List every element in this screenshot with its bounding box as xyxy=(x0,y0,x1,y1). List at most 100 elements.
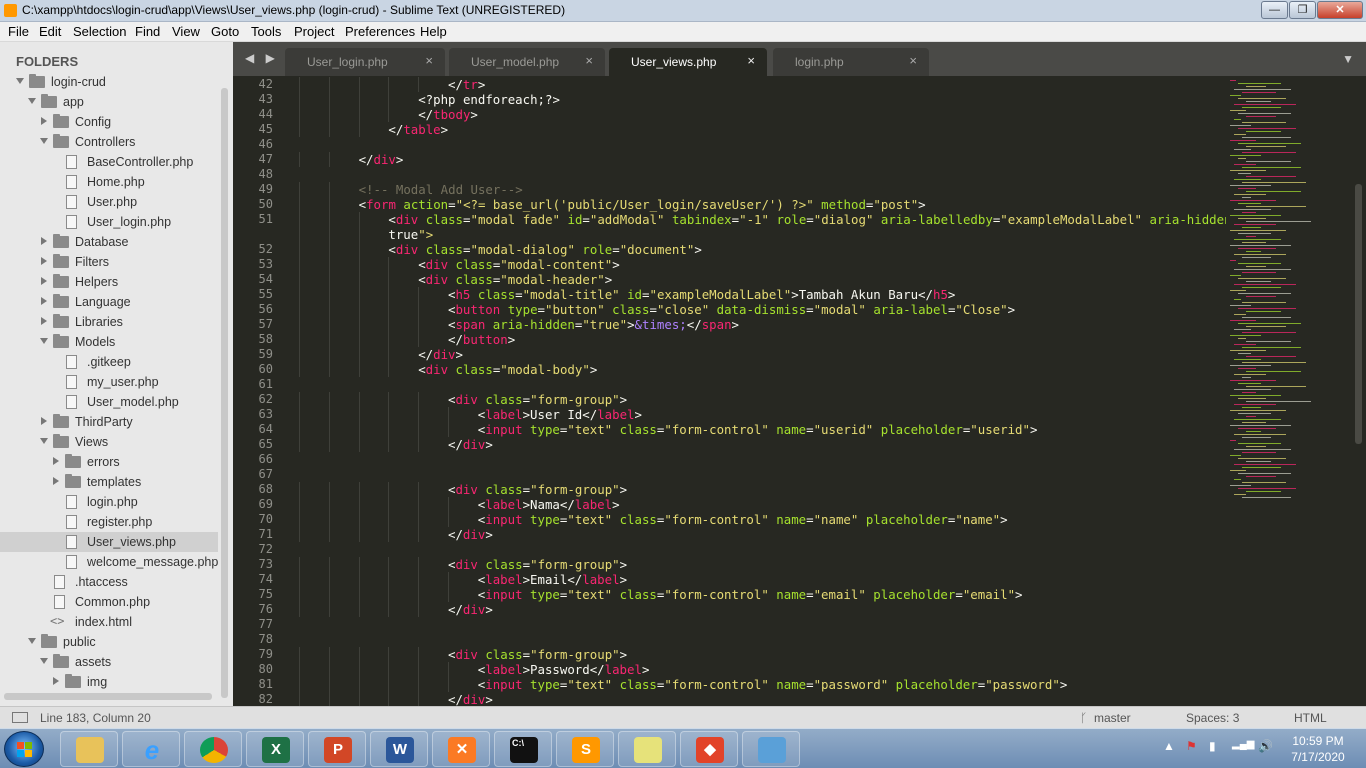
git-branch[interactable]: master xyxy=(1094,711,1131,725)
close-button[interactable]: ✕ xyxy=(1317,1,1363,19)
code-line[interactable]: <div class="modal-header"> xyxy=(299,272,612,287)
code-line[interactable]: <button type="button" class="close" data… xyxy=(299,302,1015,317)
tab-close-icon[interactable]: × xyxy=(425,53,433,68)
code-line[interactable]: </div> xyxy=(299,527,493,542)
tree-file[interactable]: <> index.html xyxy=(0,612,218,632)
taskbar-photo-viewer[interactable] xyxy=(742,731,800,767)
volume-icon[interactable]: 🔊 xyxy=(1258,739,1273,753)
tab-nav-arrows-icon[interactable]: ◀ ▶ xyxy=(245,51,279,65)
menu-file[interactable]: File xyxy=(8,24,29,39)
tree-folder[interactable]: templates xyxy=(0,472,218,492)
chevron-down-icon[interactable] xyxy=(40,338,48,344)
taskbar-chrome[interactable] xyxy=(184,731,242,767)
code-line[interactable]: <label>Nama</label> xyxy=(299,497,620,512)
tree-folder[interactable]: ThirdParty xyxy=(0,412,218,432)
code-line[interactable]: <div class="modal fade" id="addModal" ta… xyxy=(299,212,1246,227)
tree-file[interactable]: register.php xyxy=(0,512,218,532)
tree-folder[interactable]: Views xyxy=(0,432,218,452)
taskbar-sticky-notes[interactable] xyxy=(618,731,676,767)
chevron-right-icon[interactable] xyxy=(41,317,47,325)
tree-file[interactable]: welcome_message.php xyxy=(0,552,218,572)
tree-folder[interactable]: Filters xyxy=(0,252,218,272)
tree-folder[interactable]: img xyxy=(0,672,218,692)
tree-folder[interactable]: login-crud xyxy=(0,72,218,92)
chevron-right-icon[interactable] xyxy=(53,477,59,485)
code-line[interactable]: </div> xyxy=(299,437,493,452)
chevron-right-icon[interactable] xyxy=(53,457,59,465)
code-line[interactable]: </tr> xyxy=(299,77,485,92)
tree-file[interactable]: my_user.php xyxy=(0,372,218,392)
chevron-right-icon[interactable] xyxy=(41,297,47,305)
tab-login[interactable]: login.php × xyxy=(773,48,929,76)
code-line[interactable]: <label>Email</label> xyxy=(299,572,627,587)
tree-file[interactable]: .htaccess xyxy=(0,572,218,592)
code-line[interactable]: <span aria-hidden="true">&times;</span> xyxy=(299,317,739,332)
action-center-flag-icon[interactable]: ⚑ xyxy=(1186,739,1197,753)
taskbar-internet-explorer[interactable]: e xyxy=(122,731,180,767)
network-icon[interactable]: ▂▄▆ xyxy=(1232,739,1254,750)
code-line[interactable]: <h5 class="modal-title" id="exampleModal… xyxy=(299,287,955,302)
menu-edit[interactable]: Edit xyxy=(39,24,61,39)
tab-menu-icon[interactable]: ▼ xyxy=(1342,52,1354,66)
tree-folder[interactable]: Controllers xyxy=(0,132,218,152)
code-line[interactable]: <div class="form-group"> xyxy=(299,557,627,572)
menu-project[interactable]: Project xyxy=(294,24,334,39)
syntax-setting[interactable]: HTML xyxy=(1294,711,1327,725)
start-button[interactable] xyxy=(4,731,44,767)
chevron-down-icon[interactable] xyxy=(40,138,48,144)
tree-file[interactable]: BaseController.php xyxy=(0,152,218,172)
code-line[interactable]: </button> xyxy=(299,332,515,347)
code-line[interactable]: <input type="text" class="form-control" … xyxy=(299,422,1038,437)
taskbar-powerpoint[interactable]: P xyxy=(308,731,366,767)
tree-file[interactable]: login.php xyxy=(0,492,218,512)
tab-user-model[interactable]: User_model.php × xyxy=(449,48,605,76)
menu-selection[interactable]: Selection xyxy=(73,24,126,39)
menu-tools[interactable]: Tools xyxy=(251,24,281,39)
chevron-down-icon[interactable] xyxy=(16,78,24,84)
code-line[interactable]: true"> xyxy=(299,227,433,242)
code-editor[interactable]: 42 43 44 45 46 47 48 49 50 51 52 53 54 55 56 57 58 59 60 61… xyxy=(233,76,1366,706)
code-line[interactable]: <div class="form-group"> xyxy=(299,392,627,407)
code-line[interactable]: </div> xyxy=(299,602,493,617)
chevron-right-icon[interactable] xyxy=(41,237,47,245)
show-hidden-icons-icon[interactable]: ▲ xyxy=(1163,739,1175,753)
code-line[interactable]: </div> xyxy=(299,692,493,706)
menu-goto[interactable]: Goto xyxy=(211,24,239,39)
tree-folder[interactable]: Database xyxy=(0,232,218,252)
tree-file[interactable]: User.php xyxy=(0,192,218,212)
code-line[interactable]: <div class="modal-content"> xyxy=(299,257,619,272)
tree-folder[interactable]: assets xyxy=(0,652,218,672)
menu-preferences[interactable]: Preferences xyxy=(345,24,415,39)
sidebar-vertical-scrollbar[interactable] xyxy=(221,88,228,698)
taskbar-file-explorer[interactable] xyxy=(60,731,118,767)
tree-folder[interactable]: app xyxy=(0,92,218,112)
code-line[interactable]: <input type="text" class="form-control" … xyxy=(299,677,1067,692)
panel-toggle-icon[interactable] xyxy=(12,712,28,723)
code-line[interactable]: <form action="<?= base_url('public/User_… xyxy=(299,197,926,212)
battery-icon[interactable]: ▮ xyxy=(1209,739,1216,753)
minimize-button[interactable]: — xyxy=(1261,1,1288,19)
tree-file[interactable]: User_views.php xyxy=(0,532,218,552)
code-line[interactable]: </div> xyxy=(299,347,463,362)
tree-file[interactable]: User_model.php xyxy=(0,392,218,412)
chevron-down-icon[interactable] xyxy=(40,658,48,664)
tree-file[interactable]: .gitkeep xyxy=(0,352,218,372)
code-line[interactable]: </tbody> xyxy=(299,107,478,122)
tree-folder[interactable]: public xyxy=(0,632,218,652)
tree-file[interactable]: User_login.php xyxy=(0,212,218,232)
menu-help[interactable]: Help xyxy=(420,24,447,39)
taskbar-xampp[interactable]: ✕ xyxy=(432,731,490,767)
code-line[interactable]: <input type="text" class="form-control" … xyxy=(299,512,1008,527)
code-line[interactable]: <input type="text" class="form-control" … xyxy=(299,587,1023,602)
tree-file[interactable]: Common.php xyxy=(0,592,218,612)
code-line[interactable]: <!-- Modal Add User--> xyxy=(299,182,523,197)
tab-user-login[interactable]: User_login.php × xyxy=(285,48,445,76)
code-line[interactable]: <?php endforeach;?> xyxy=(299,92,560,107)
chevron-right-icon[interactable] xyxy=(41,257,47,265)
menu-view[interactable]: View xyxy=(172,24,200,39)
minimap[interactable] xyxy=(1226,76,1366,706)
chevron-right-icon[interactable] xyxy=(41,117,47,125)
taskbar-sublime-text[interactable]: S xyxy=(556,731,614,767)
chevron-right-icon[interactable] xyxy=(41,417,47,425)
tab-close-icon[interactable]: × xyxy=(585,53,593,68)
